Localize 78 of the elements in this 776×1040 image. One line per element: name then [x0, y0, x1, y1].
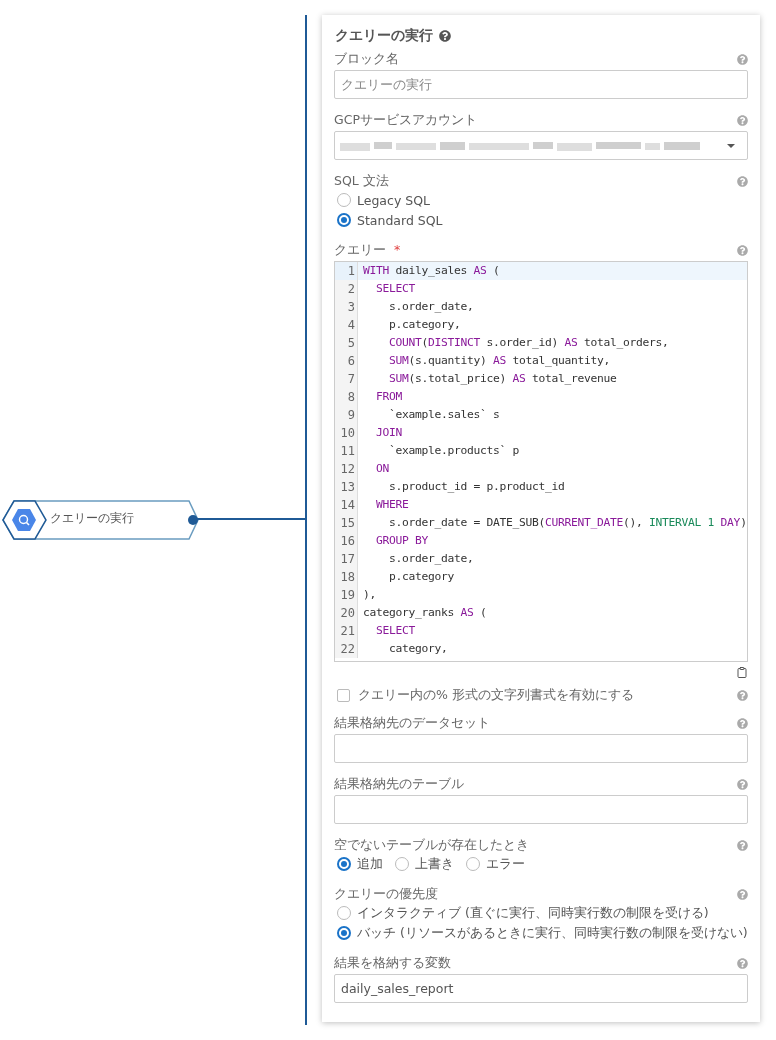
radio-option[interactable]: 上書き — [395, 855, 454, 873]
account-select[interactable] — [334, 131, 748, 160]
field-label: ブロック名 — [334, 50, 399, 68]
line-number: 18 — [335, 568, 358, 586]
code-line: JOIN — [375, 425, 403, 441]
line-number: 3 — [335, 298, 358, 316]
field-label: クエリー — [334, 241, 386, 259]
line-number: 2 — [335, 280, 358, 298]
radio-option[interactable]: Legacy SQL — [337, 191, 748, 209]
checkbox[interactable] — [337, 688, 350, 702]
code-line: FROM — [375, 389, 403, 405]
panel-title: クエリーの実行 — [335, 27, 433, 45]
caret-icon — [727, 143, 735, 148]
line-number: 4 — [335, 316, 358, 334]
code-line: GROUP BY — [375, 533, 429, 549]
radio-button[interactable] — [337, 926, 351, 940]
line-number: 5 — [335, 334, 358, 352]
code-line: `example.sales` s — [388, 407, 501, 423]
code-line: WHERE — [375, 497, 410, 513]
line-number: 20 — [335, 604, 358, 622]
line-number: 7 — [335, 370, 358, 388]
magnifier-hexagon-icon — [12, 509, 36, 531]
code-line: s.order_date, — [388, 551, 475, 567]
line-number: 14 — [335, 496, 358, 514]
code-line: COUNT(DISTINCT s.order_id) AS total_orders, — [388, 335, 670, 351]
radio-option[interactable]: Standard SQL — [337, 211, 748, 229]
code-line: p.category, — [388, 317, 462, 333]
code-line: SUM(s.quantity) AS total_quantity, — [388, 353, 612, 369]
line-number: 11 — [335, 442, 358, 460]
radio-option[interactable]: インタラクティブ (直ぐに実行、同時実行数の制限を受ける) — [337, 904, 748, 922]
required-mark: * — [394, 241, 401, 259]
field-label: クエリーの優先度 — [334, 885, 438, 903]
line-number: 22 — [335, 640, 358, 658]
block-node-frame[interactable] — [2, 500, 200, 540]
text-field[interactable]: daily_sales_report — [334, 974, 748, 1003]
code-line: category, — [388, 641, 449, 657]
radio-button[interactable] — [337, 213, 351, 227]
code-line: category_ranks AS ( — [362, 605, 488, 621]
line-number: 9 — [335, 406, 358, 424]
line-number: 8 — [335, 388, 358, 406]
code-line: ), — [362, 587, 377, 603]
line-number: 21 — [335, 622, 358, 640]
code-line: p.category — [388, 569, 456, 585]
code-line: s.order_date = DATE_SUB(CURRENT_DATE(), INTERVAL 1 DAY) — [388, 515, 747, 531]
code-line: SELECT — [375, 281, 416, 297]
field-label: 空でないテーブルが存在したとき — [334, 836, 529, 854]
radio-option[interactable]: 追加 — [337, 855, 383, 873]
radio-option[interactable]: エラー — [466, 855, 525, 873]
code-line: SUM(s.total_price) AS total_revenue — [388, 371, 618, 387]
line-number: 17 — [335, 550, 358, 568]
line-number: 13 — [335, 478, 358, 496]
node-label: クエリーの実行 — [50, 511, 134, 526]
line-number: 15 — [335, 514, 358, 532]
field-label: SQL 文法 — [334, 172, 389, 190]
field-label: 結果を格納する変数 — [334, 954, 451, 972]
radio-button[interactable] — [337, 857, 351, 871]
code-line: ON — [375, 461, 390, 477]
line-number: 1 — [335, 262, 358, 280]
line-number: 6 — [335, 352, 358, 370]
code-line: SELECT — [375, 623, 416, 639]
line-number: 16 — [335, 532, 358, 550]
line-number: 10 — [335, 424, 358, 442]
checkbox-option[interactable]: クエリー内の% 形式の文字列書式を有効にする — [337, 686, 634, 704]
text-field[interactable] — [334, 795, 748, 824]
text-field[interactable] — [334, 734, 748, 763]
code-line: `example.products` p — [388, 443, 521, 459]
line-number: 12 — [335, 460, 358, 478]
clipboard-icon[interactable] — [736, 666, 748, 679]
text-field[interactable]: クエリーの実行 — [334, 70, 748, 99]
code-editor[interactable] — [334, 261, 748, 662]
code-line: s.product_id = p.product_id — [388, 479, 566, 495]
radio-option[interactable]: バッチ (リソースがあるときに実行、同時実行数の制限を受けない) — [337, 924, 748, 942]
field-label: 結果格納先のテーブル — [334, 775, 464, 793]
field-label: 結果格納先のデータセット — [334, 714, 490, 732]
help-icon[interactable] — [439, 30, 451, 42]
code-line: s.order_date, — [388, 299, 475, 315]
field-label: GCPサービスアカウント — [334, 111, 477, 129]
line-number: 19 — [335, 586, 358, 604]
